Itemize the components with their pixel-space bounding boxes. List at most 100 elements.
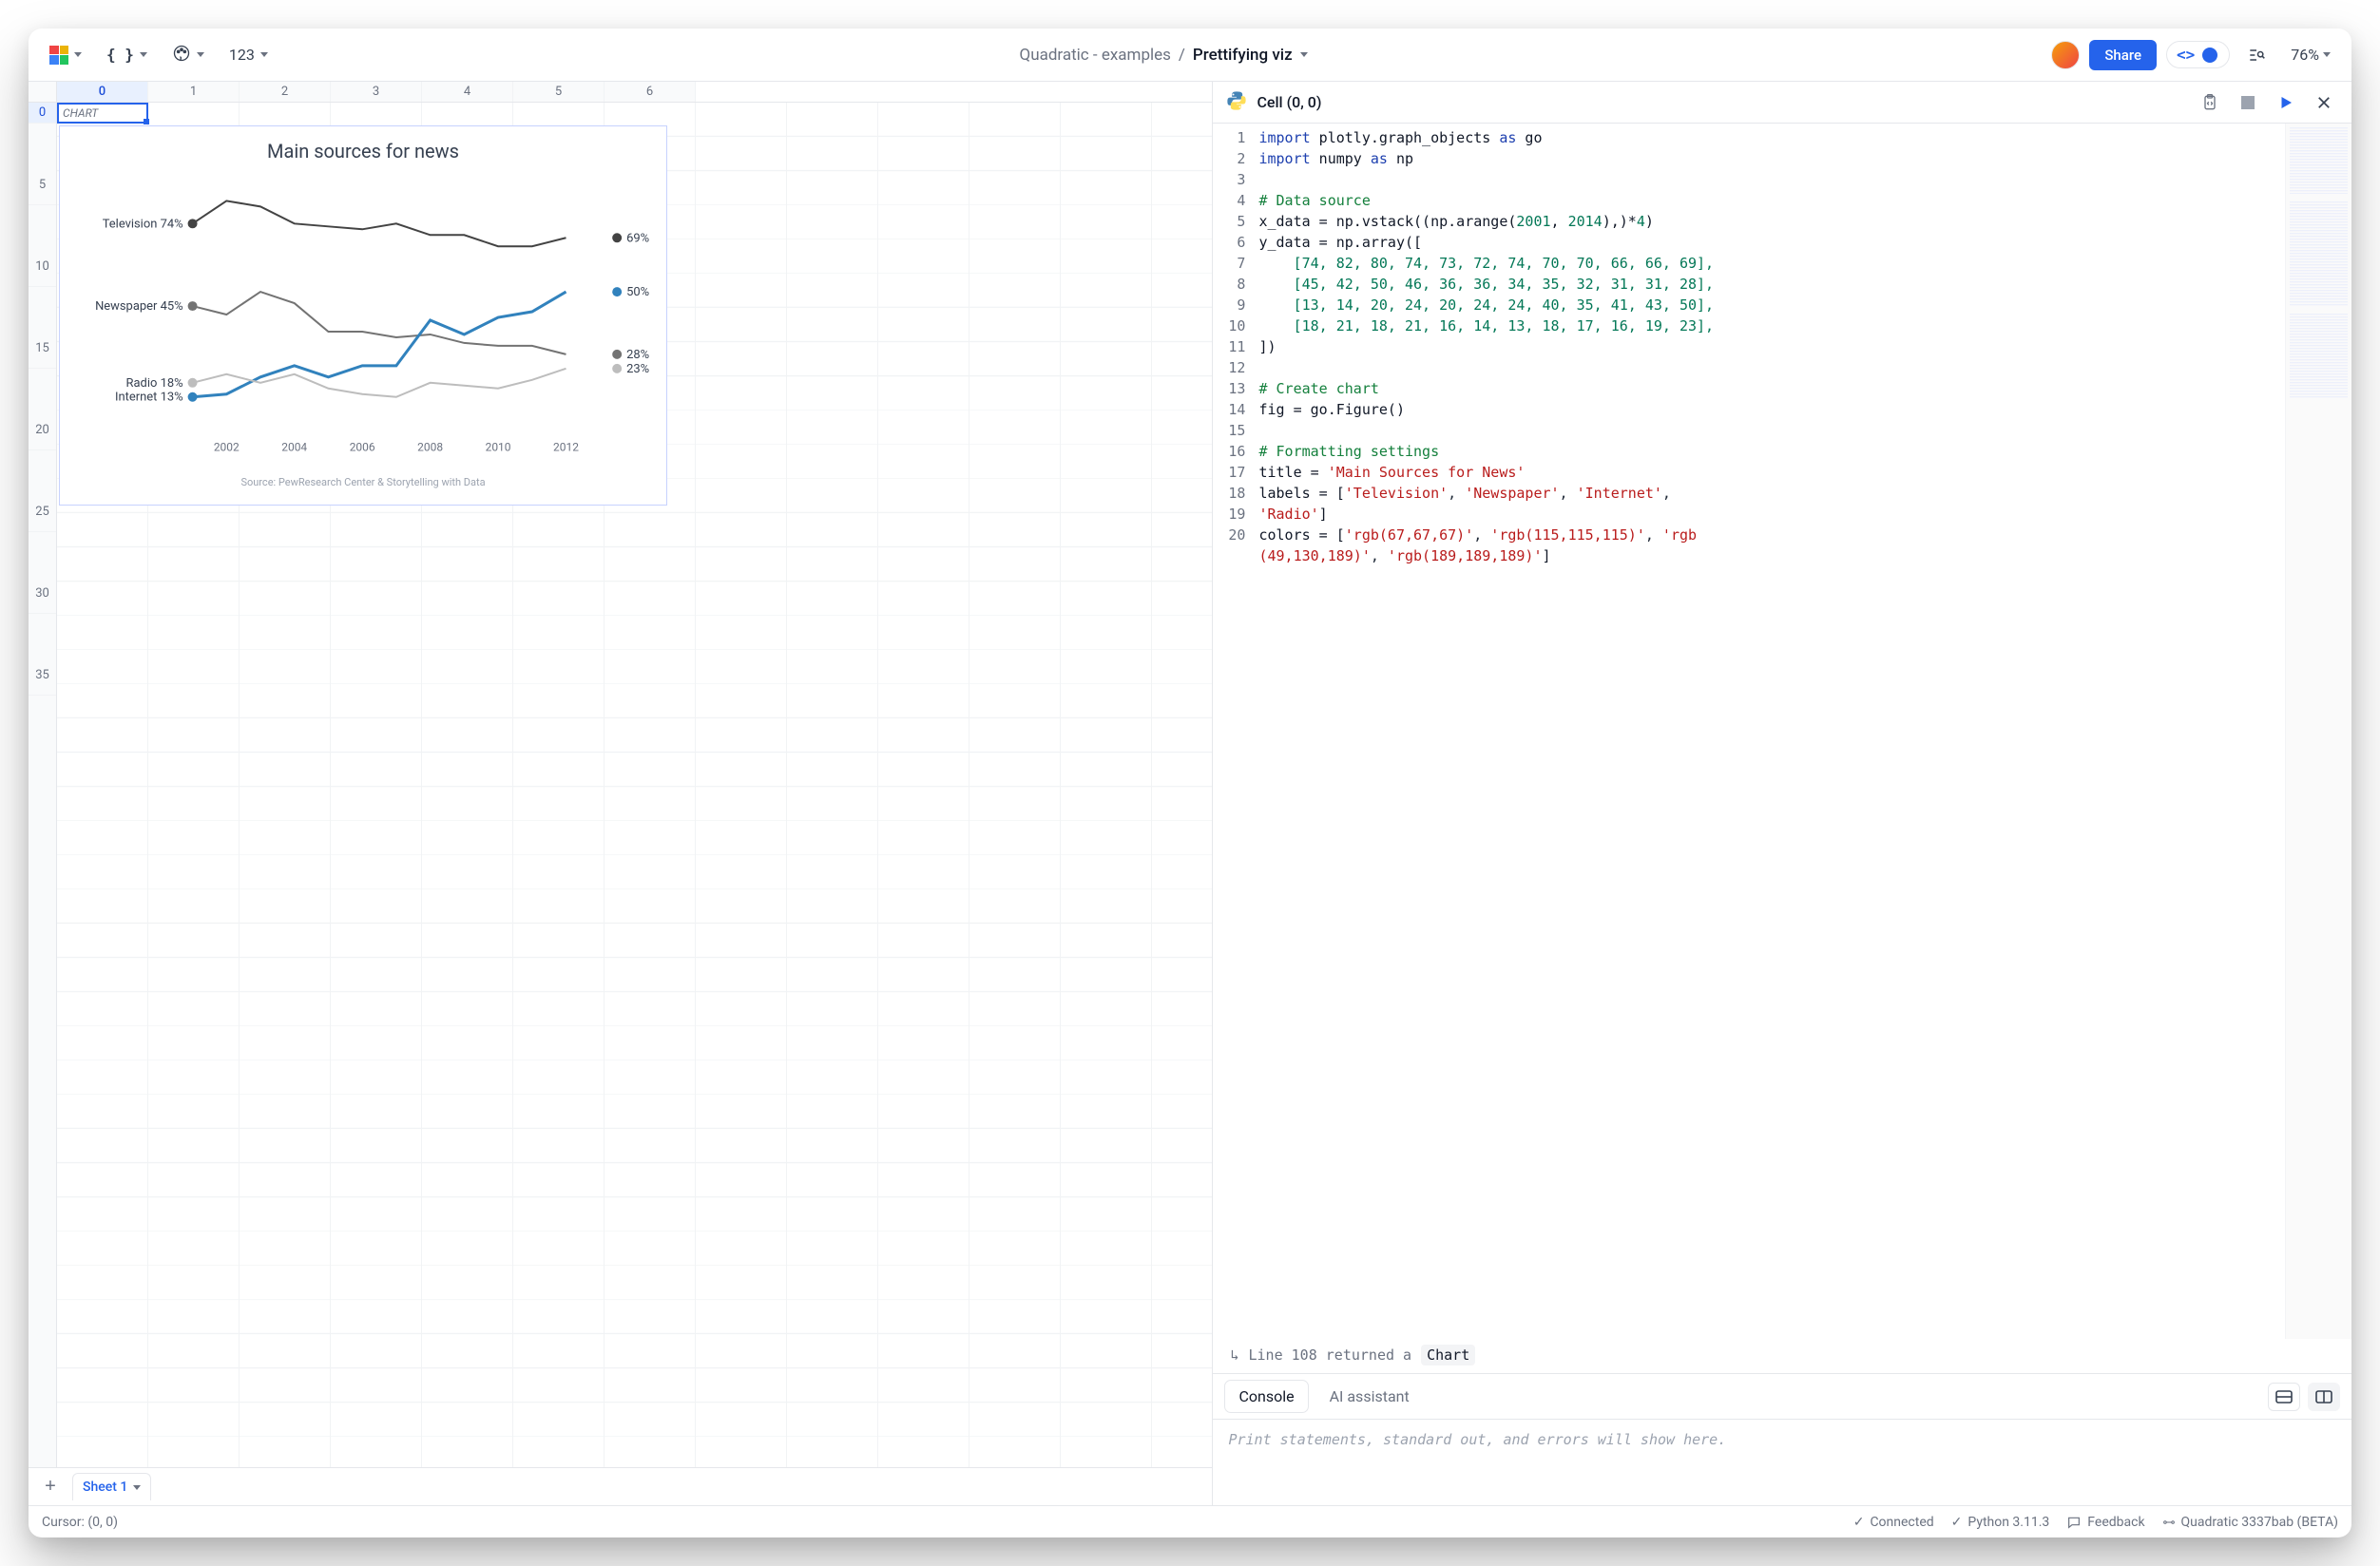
breadcrumb-sep: / — [1179, 46, 1185, 65]
tab-console[interactable]: Console — [1224, 1380, 1308, 1413]
row-header[interactable]: 25 — [29, 450, 56, 532]
return-text: Line 108 returned a — [1248, 1346, 1411, 1364]
console-tab-bar: Console AI assistant — [1213, 1374, 2351, 1420]
chevron-down-icon — [133, 1485, 141, 1490]
return-value-row: ↳ Line 108 returned a Chart — [1213, 1339, 2351, 1374]
row-header[interactable]: 35 — [29, 614, 56, 696]
code-editor[interactable]: 1234567891011121314151617181920 import p… — [1213, 124, 2351, 1339]
row-header[interactable]: 20 — [29, 369, 56, 450]
row-header-column: 0 5 10 15 20 25 30 35 — [29, 103, 57, 1467]
row-header[interactable]: 5 — [29, 124, 56, 205]
layout-vertical-icon — [2315, 1390, 2332, 1404]
row-header[interactable]: 10 — [29, 205, 56, 287]
column-header[interactable]: 6 — [605, 82, 696, 102]
sheet-tab-bar: + Sheet 1 — [29, 1467, 1212, 1505]
sheet-tab-label: Sheet 1 — [83, 1480, 127, 1495]
clipboard-code-icon — [2200, 93, 2219, 112]
select-all-corner[interactable] — [29, 82, 57, 102]
sheet-tab-active[interactable]: Sheet 1 — [72, 1473, 151, 1500]
chart-output[interactable]: Main sources for news 200220042006200820… — [59, 125, 667, 506]
return-type-badge: Chart — [1421, 1345, 1475, 1365]
column-header[interactable]: 2 — [240, 82, 331, 102]
layout-vertical-button[interactable] — [2308, 1383, 2340, 1411]
breadcrumb: Quadratic - examples / Prettifying viz — [285, 46, 2042, 65]
spreadsheet-panel: 0 1 2 3 4 5 6 0 5 10 15 20 25 30 35 — [29, 82, 1213, 1505]
cell-reference: Cell (0, 0) — [1257, 93, 1321, 111]
code-menu[interactable]: { } — [99, 39, 155, 71]
selected-cell[interactable]: CHART — [57, 103, 148, 124]
chevron-down-icon — [2323, 52, 2331, 57]
chevron-down-icon — [197, 52, 204, 57]
check-icon: ✓ — [1853, 1515, 1865, 1530]
stop-icon — [2241, 96, 2255, 109]
status-build: Quadratic 3337bab (BETA) — [2162, 1515, 2338, 1530]
chevron-down-icon — [260, 52, 268, 57]
layout-horizontal-button[interactable] — [2268, 1383, 2300, 1411]
zoom-value: 76% — [2291, 46, 2319, 64]
workspace-name: Quadratic - examples — [1020, 46, 1171, 65]
svg-text:Radio 18%: Radio 18% — [126, 376, 183, 391]
svg-text:2008: 2008 — [417, 441, 443, 454]
svg-text:Television 74%: Television 74% — [103, 217, 183, 231]
status-connected: ✓Connected — [1853, 1515, 1934, 1530]
code-braces-icon: { } — [106, 46, 134, 64]
chevron-down-icon — [1300, 52, 1308, 57]
column-header[interactable]: 1 — [148, 82, 240, 102]
chart-svg: 200220042006200820102012Television 74%69… — [60, 168, 666, 472]
logo-menu[interactable] — [42, 39, 89, 71]
number-format-label: 123 — [229, 46, 255, 64]
play-icon — [2277, 94, 2294, 111]
row-header[interactable]: 0 — [29, 103, 56, 124]
line-gutter: 1234567891011121314151617181920 — [1213, 124, 1255, 1339]
code-mode-toggle[interactable]: <> — [2166, 41, 2230, 68]
column-header[interactable]: 5 — [513, 82, 605, 102]
code-content[interactable]: import plotly.graph_objects as go import… — [1255, 124, 2285, 1339]
row-header[interactable]: 15 — [29, 287, 56, 369]
zoom-dropdown[interactable]: 76% — [2283, 39, 2338, 71]
add-sheet-button[interactable]: + — [36, 1473, 65, 1501]
chat-icon — [2066, 1515, 2082, 1530]
svg-text:2006: 2006 — [350, 441, 375, 454]
svg-text:2002: 2002 — [214, 441, 240, 454]
command-palette-button[interactable] — [2239, 39, 2274, 71]
svg-text:50%: 50% — [626, 285, 649, 299]
chart-source: Source: PewResearch Center & Storytellin… — [60, 476, 666, 488]
return-arrow-icon: ↳ — [1230, 1346, 1238, 1364]
run-button[interactable] — [2272, 88, 2300, 117]
status-python: ✓Python 3.11.3 — [1951, 1515, 2050, 1530]
snippets-button[interactable] — [2196, 88, 2224, 117]
svg-text:Internet 13%: Internet 13% — [115, 391, 183, 405]
document-name[interactable]: Prettifying viz — [1193, 46, 1293, 65]
palette-icon — [172, 44, 191, 67]
chevron-down-icon — [74, 52, 82, 57]
app-toolbar: { } 123 Quadratic - examples / Prettifyi… — [29, 29, 2351, 82]
svg-text:28%: 28% — [626, 348, 649, 362]
close-button[interactable] — [2310, 88, 2338, 117]
svg-text:69%: 69% — [626, 231, 649, 245]
code-angles-icon: <> — [2177, 46, 2195, 64]
svg-text:Newspaper 45%: Newspaper 45% — [95, 299, 183, 314]
version-icon — [2162, 1516, 2176, 1529]
column-header[interactable]: 3 — [331, 82, 422, 102]
editor-minimap[interactable] — [2285, 124, 2351, 1339]
stop-button[interactable] — [2234, 88, 2262, 117]
feedback-link[interactable]: Feedback — [2066, 1515, 2144, 1530]
console-output: Print statements, standard out, and erro… — [1213, 1420, 2351, 1505]
number-format-menu[interactable]: 123 — [221, 39, 276, 71]
svg-text:23%: 23% — [626, 362, 649, 376]
svg-text:2004: 2004 — [281, 441, 307, 454]
avatar[interactable] — [2051, 41, 2080, 69]
chart-title: Main sources for news — [60, 126, 666, 168]
tab-ai-assistant[interactable]: AI assistant — [1316, 1381, 1423, 1412]
check-icon: ✓ — [1951, 1515, 1963, 1530]
code-panel: Cell (0, 0) 1234567891011121314151617181… — [1213, 82, 2351, 1505]
theme-menu[interactable] — [164, 39, 212, 71]
column-header[interactable]: 4 — [422, 82, 513, 102]
grid-cells[interactable]: CHART Main sources for news 2002 2004 2006… — [57, 103, 1212, 1467]
share-button[interactable]: Share — [2089, 40, 2157, 70]
row-header[interactable]: 30 — [29, 532, 56, 614]
cursor-position: Cursor: (0, 0) — [42, 1515, 118, 1530]
column-header-row: 0 1 2 3 4 5 6 — [29, 82, 1212, 103]
code-panel-header: Cell (0, 0) — [1213, 82, 2351, 124]
column-header[interactable]: 0 — [57, 82, 148, 102]
